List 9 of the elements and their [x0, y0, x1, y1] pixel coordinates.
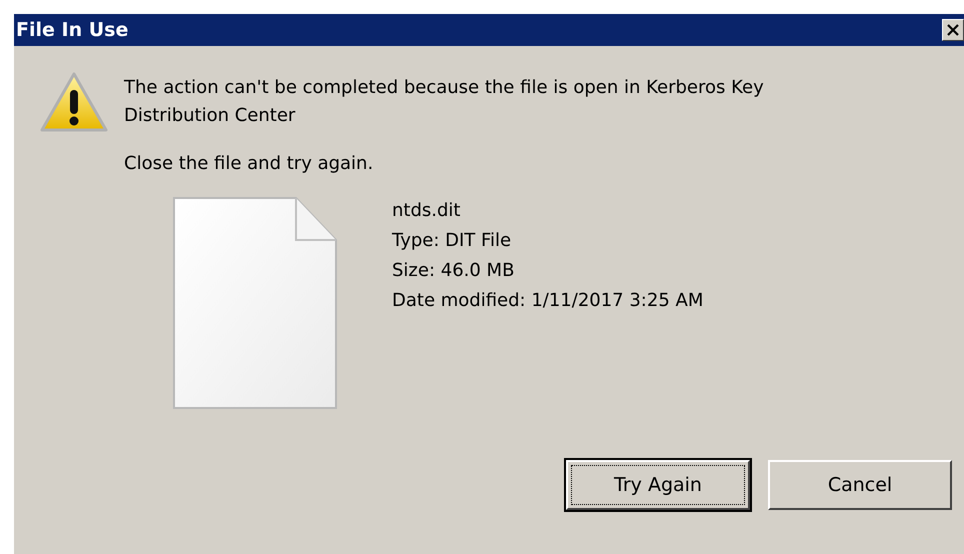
- error-message: The action can't be completed because the file is open in Kerberos Key Distribution Center: [124, 76, 765, 128]
- file-modified-date: Date modified: 1/11/2017 3:25 AM: [392, 289, 704, 313]
- dialog-button[interactable]: Cancel: [768, 460, 952, 510]
- file-size: Size: 46.0 MB: [392, 259, 516, 283]
- file-type: Type: DIT File: [392, 229, 512, 253]
- instruction-text: Close the file and try again.: [124, 152, 374, 176]
- dialog-button[interactable]: Try Again: [566, 460, 750, 510]
- file-name: ntds.dit: [392, 199, 462, 223]
- window-title: File In Use: [16, 18, 128, 43]
